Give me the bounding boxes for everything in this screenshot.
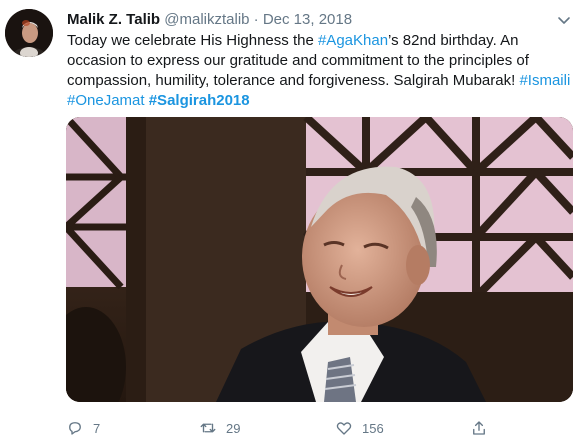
text-segment: compassion, humility, tolerance and forg… (67, 72, 520, 89)
photo-image (66, 117, 573, 402)
heart-icon (336, 422, 352, 435)
reply-icon (69, 422, 81, 435)
share-icon (473, 421, 485, 435)
author-handle[interactable]: @malikztalib (164, 11, 249, 28)
tweet[interactable]: Malik Z. Talib @malikztalib · Dec 13, 20… (0, 0, 578, 441)
tweet-text-line: occasion to express our gratitude and co… (67, 52, 529, 69)
header-separator: · (253, 11, 259, 28)
tweet-text-line: Today we celebrate His Highness the #Aga… (67, 31, 572, 51)
author-name[interactable]: Malik Z. Talib (67, 11, 160, 28)
text-segment: ’s 82nd birthday. An (388, 32, 519, 49)
like-count: 156 (362, 420, 384, 436)
tweet-photo[interactable] (66, 117, 573, 402)
reply-count: 7 (93, 420, 101, 436)
tweet-text: Today we celebrate His Highness the #Aga… (67, 31, 572, 111)
hashtag-ismaili[interactable]: #Ismaili (519, 72, 570, 89)
tweet-text-line: #OneJamat #Salgirah2018 (67, 91, 572, 111)
hashtag-agakhan[interactable]: #AgaKhan (318, 32, 388, 49)
tweet-header: Malik Z. Talib @malikztalib · Dec 13, 20… (67, 10, 352, 30)
tweet-date[interactable]: Dec 13, 2018 (263, 11, 352, 28)
hashtag-salgirah2018[interactable]: #Salgirah2018 (149, 92, 250, 109)
tweet-text-line: compassion, humility, tolerance and forg… (67, 71, 572, 91)
tweet-actions: 7 29 156 (66, 417, 573, 439)
hashtag-onejamat[interactable]: #OneJamat (67, 92, 145, 109)
retweet-button[interactable]: 29 (199, 417, 240, 439)
author-avatar[interactable] (5, 9, 53, 57)
more-options-button[interactable] (554, 10, 574, 30)
avatar-image (5, 9, 53, 57)
retweet-count: 29 (226, 420, 241, 436)
reply-button[interactable]: 7 (66, 417, 100, 439)
text-segment: Today we celebrate His Highness the (67, 32, 318, 49)
share-button[interactable] (470, 417, 488, 439)
like-button[interactable]: 156 (335, 417, 384, 439)
retweet-icon (200, 423, 216, 433)
chevron-down-icon (558, 17, 570, 24)
